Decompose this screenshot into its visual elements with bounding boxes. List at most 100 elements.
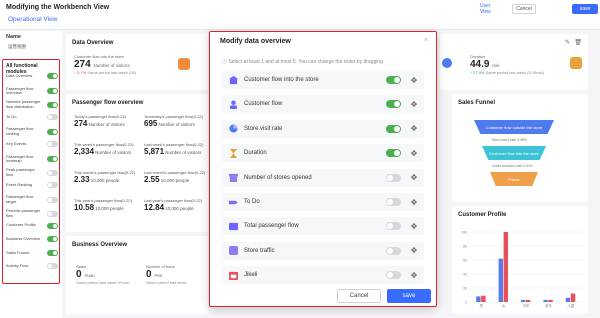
module-toggle[interactable] — [47, 169, 58, 176]
overview-item-toggle[interactable] — [386, 149, 401, 158]
overview-item-label: Number of stores opened — [244, 174, 312, 181]
todo-icon — [228, 197, 238, 207]
modify-data-overview-dialog: Modify data overview × ⓘ Select at least… — [209, 31, 437, 307]
passenger-flow-stat: Last month's passenger flow(0-22) 2.55 10… — [144, 170, 206, 184]
module-row: Customer Profile — [6, 222, 58, 229]
drag-handle-icon[interactable]: ✥ — [410, 149, 418, 158]
module-toggle[interactable] — [47, 73, 58, 79]
overview-item-row[interactable]: Duration ✥ — [222, 144, 424, 163]
save-button[interactable]: save — [572, 4, 598, 14]
dialog-cancel-button[interactable]: Cancel — [337, 289, 381, 303]
module-label: Activity Flow — [6, 263, 29, 269]
overview-item-row[interactable]: Jikeli ✥ — [222, 266, 424, 285]
edit-icon[interactable]: ✎ — [565, 39, 570, 46]
store-icon — [228, 75, 238, 85]
overview-item-toggle[interactable] — [386, 173, 401, 182]
overview-item-label: Store traffic — [244, 247, 275, 254]
module-toggle[interactable] — [47, 88, 58, 95]
funnel-stage: Frame — [490, 172, 538, 186]
y-tick-label: 60 — [463, 259, 467, 263]
funnel-stage: Customer flow into the store — [482, 146, 546, 160]
overview-item-row[interactable]: Store traffic ✥ — [222, 241, 424, 260]
delete-icon[interactable]: 🗑 — [574, 39, 582, 46]
hourglass-icon — [570, 57, 582, 69]
business-overview-title: Business Overview — [72, 242, 128, 248]
module-toggle[interactable] — [47, 113, 58, 120]
bar — [570, 293, 576, 302]
kpi-orders: Number of trans 0 Pen Same period last w… — [146, 264, 187, 285]
module-toggle[interactable] — [47, 141, 58, 147]
module-toggle[interactable] — [47, 222, 58, 229]
module-label: Data Overview — [6, 72, 33, 78]
overview-item-row[interactable]: Total passenger flow ✥ — [222, 217, 424, 236]
passenger-flow-stat: Last year's passenger flow(0-22) 12.84 10… — [144, 198, 202, 212]
module-toggle[interactable] — [47, 128, 58, 135]
bar — [481, 295, 486, 302]
module-row: Passenger flow heatmap — [6, 154, 58, 164]
overview-item-label: To Do — [244, 199, 260, 205]
passenger-flow-stat: Today's passenger flow(0-22) 274 Number o… — [74, 114, 127, 128]
module-label: Key Events — [6, 140, 27, 146]
user-view-button[interactable]: User View — [480, 3, 502, 15]
drag-handle-icon[interactable]: ✥ — [410, 198, 418, 207]
overview-item-row[interactable]: Customer flow ✥ — [222, 95, 424, 114]
x-tick-label: 女 — [502, 303, 506, 308]
module-toggle[interactable] — [47, 156, 58, 163]
customer-profile-chart: 100 80 60 40 20 0 男 女 中年 老年 儿童 — [461, 231, 582, 308]
bar — [503, 232, 508, 302]
overview-item-toggle[interactable] — [386, 246, 401, 255]
overview-item-row[interactable]: Customer flow into the store ✥ — [222, 71, 424, 89]
drag-handle-icon[interactable]: ✥ — [410, 76, 418, 85]
module-toggle[interactable] — [47, 196, 58, 203]
dialog-save-button[interactable]: save — [387, 289, 431, 303]
y-tick-label: 40 — [463, 273, 467, 277]
drag-handle-icon[interactable]: ✥ — [410, 124, 418, 133]
overview-item-toggle[interactable] — [386, 76, 401, 84]
module-label: Passenger flow target — [6, 194, 34, 204]
module-label: Passenger flow overview — [6, 85, 34, 96]
overview-item-toggle[interactable] — [386, 100, 401, 109]
module-toggle[interactable] — [47, 249, 58, 256]
close-icon[interactable]: × — [424, 37, 428, 44]
overview-item-row[interactable]: To Do ✥ — [222, 193, 424, 211]
cancel-button[interactable]: Cancel — [512, 4, 536, 14]
business-overview-card: Business Overview Sales 0 Yuan Same peri… — [66, 236, 208, 314]
drag-handle-icon[interactable]: ✥ — [410, 271, 418, 280]
passenger-flow-stat: This month's passenger flow(0-22) 2.33 10… — [74, 170, 136, 184]
pie-icon — [228, 124, 238, 134]
shop-icon — [228, 173, 238, 183]
module-toggle[interactable] — [47, 210, 58, 217]
overview-item-row[interactable]: Store visit rate ✥ — [222, 119, 424, 138]
module-toggle[interactable] — [47, 101, 58, 108]
module-toggle[interactable] — [47, 236, 58, 243]
drag-handle-icon[interactable]: ✥ — [410, 222, 418, 231]
data-overview-card: Data Overview Customer flow into the sto… — [66, 34, 208, 90]
people-icon — [228, 221, 238, 231]
overview-item-toggle[interactable] — [386, 271, 401, 280]
overview-item-toggle[interactable] — [386, 124, 401, 133]
passenger-flow-stat: Yesterday's passenger flow(0-22) 695 Numb… — [144, 114, 204, 128]
module-row: Peak passenger flow — [6, 167, 58, 177]
calendar-icon — [228, 270, 238, 280]
drag-handle-icon[interactable]: ✥ — [410, 100, 418, 109]
kpi-duration: Duration 44.9 min ↑ 27.9% Same period la… — [470, 54, 545, 75]
module-row: Key Events — [6, 141, 58, 147]
module-row: Network passenger flow distribution — [6, 99, 58, 109]
name-value[interactable]: 运营视图 — [8, 44, 26, 50]
tab-operational-view[interactable]: Operational View — [8, 16, 57, 23]
x-tick-label: 儿童 — [567, 303, 575, 308]
modules-panel: All functional modules Data Overview Pass… — [2, 59, 60, 284]
x-tick-label: 男 — [479, 303, 483, 308]
overview-item-toggle[interactable] — [386, 198, 401, 206]
drag-handle-icon[interactable]: ✥ — [410, 246, 418, 255]
drag-handle-icon[interactable]: ✥ — [410, 173, 418, 182]
module-row: Passenger flow target — [6, 195, 58, 204]
bar — [543, 299, 548, 302]
module-label: Customer Profile — [6, 222, 36, 228]
module-toggle[interactable] — [47, 181, 58, 188]
bar — [565, 297, 571, 302]
traffic-icon — [228, 246, 238, 256]
module-toggle[interactable] — [47, 263, 58, 270]
overview-item-row[interactable]: Number of stores opened ✥ — [222, 168, 424, 187]
overview-item-toggle[interactable] — [386, 222, 401, 231]
